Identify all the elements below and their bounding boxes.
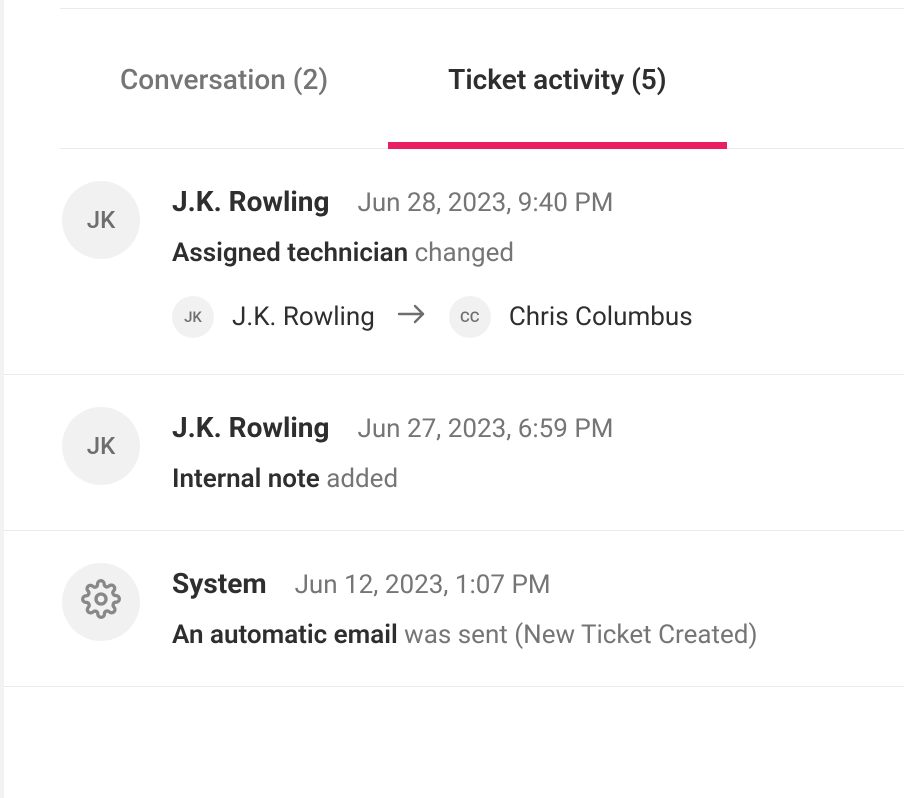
timestamp: Jun 27, 2023, 6:59 PM	[357, 414, 613, 444]
activity-item: System Jun 12, 2023, 1:07 PM An automati…	[4, 531, 904, 687]
action-description: Assigned technician changed	[172, 238, 880, 268]
timestamp: Jun 12, 2023, 1:07 PM	[295, 570, 551, 600]
timestamp: Jun 28, 2023, 9:40 PM	[357, 188, 613, 218]
gear-icon	[81, 579, 121, 625]
activity-item: JK J.K. Rowling Jun 28, 2023, 9:40 PM As…	[4, 149, 904, 375]
author-name: System	[172, 567, 267, 600]
tabs: Conversation (2) Ticket activity (5)	[60, 9, 904, 149]
change-detail: JK J.K. Rowling CC Chris Columbus	[172, 296, 880, 338]
tab-conversation[interactable]: Conversation (2)	[60, 9, 388, 148]
tab-ticket-activity[interactable]: Ticket activity (5)	[388, 9, 726, 148]
avatar-small: CC	[449, 296, 491, 338]
activity-item: JK J.K. Rowling Jun 27, 2023, 6:59 PM In…	[4, 375, 904, 531]
action-description: An automatic email was sent (New Ticket …	[172, 620, 880, 650]
arrow-right-icon	[393, 302, 431, 332]
avatar: JK	[62, 407, 140, 485]
author-name: J.K. Rowling	[172, 185, 329, 218]
avatar-system	[62, 563, 140, 641]
avatar-small: JK	[172, 296, 214, 338]
change-from-name: J.K. Rowling	[232, 302, 375, 332]
change-to-name: Chris Columbus	[509, 302, 693, 332]
action-description: Internal note added	[172, 464, 880, 494]
author-name: J.K. Rowling	[172, 411, 329, 444]
avatar: JK	[62, 181, 140, 259]
